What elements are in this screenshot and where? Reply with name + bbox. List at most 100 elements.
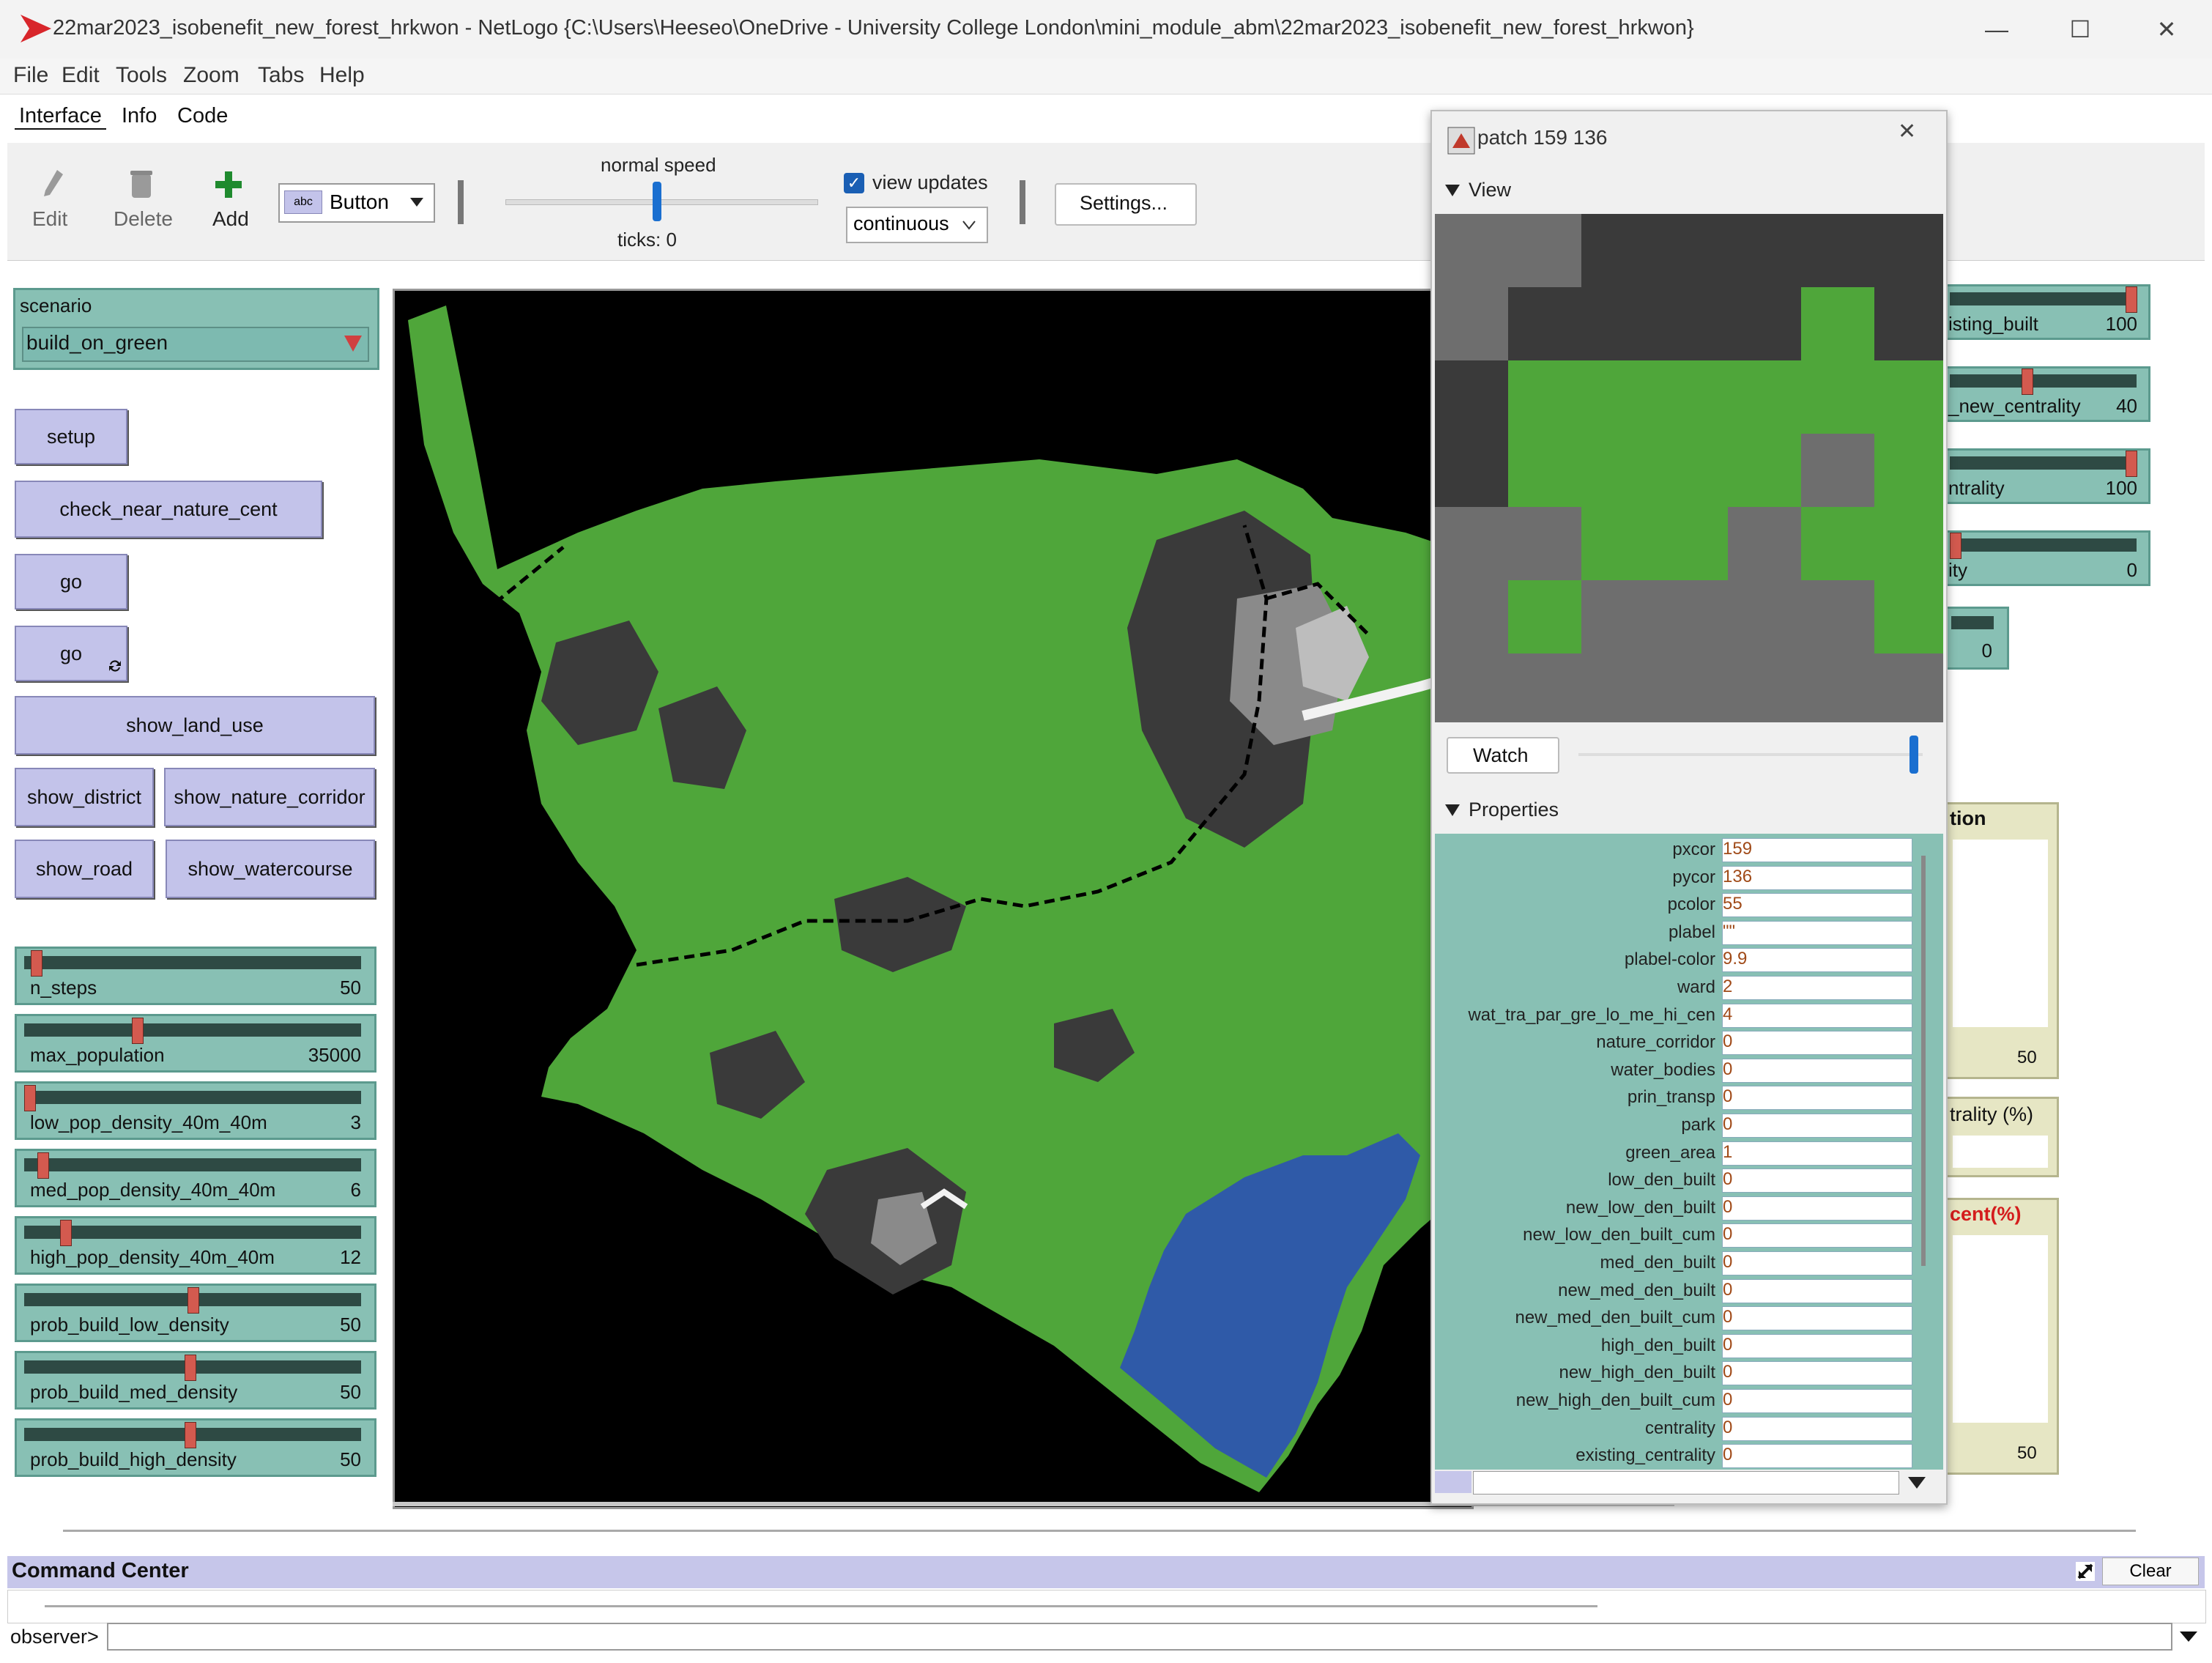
slider-track[interactable] — [1950, 538, 2137, 552]
property-value[interactable]: 0 — [1722, 1416, 1912, 1441]
property-value[interactable]: 9.9 — [1722, 948, 1912, 973]
slider-thumb[interactable] — [2126, 286, 2137, 313]
show-nature-corridor-button[interactable]: show_nature_corridor — [164, 768, 375, 826]
menu-help[interactable]: Help — [319, 63, 365, 88]
property-value[interactable]: 159 — [1722, 838, 1912, 862]
settings-button[interactable]: Settings... — [1055, 183, 1197, 226]
chevron-down-icon[interactable] — [2180, 1631, 2197, 1642]
update-mode-select[interactable]: continuous — [846, 207, 988, 243]
widget-type-select[interactable]: abc Button — [278, 183, 435, 223]
slider-track[interactable] — [1950, 456, 2137, 470]
property-value[interactable]: 0 — [1722, 1058, 1912, 1083]
inspector-command-input[interactable] — [1473, 1471, 1899, 1495]
property-value[interactable]: 0 — [1722, 1168, 1912, 1193]
tab-info[interactable]: Info — [117, 104, 161, 128]
property-value[interactable]: 55 — [1722, 893, 1912, 918]
watch-button[interactable]: Watch — [1447, 737, 1559, 774]
property-value[interactable]: 0 — [1722, 1306, 1912, 1331]
chevron-down-icon[interactable] — [1908, 1477, 1926, 1489]
slider-med-pop-density-40m-40m[interactable]: med_pop_density_40m_40m 6 — [15, 1149, 376, 1207]
view-updates-checkbox[interactable]: ✓ — [844, 173, 864, 193]
slider-track[interactable] — [24, 1158, 361, 1171]
clear-button[interactable]: Clear — [2102, 1558, 2199, 1585]
splitter-bar[interactable] — [63, 1530, 2136, 1532]
show-district-button[interactable]: show_district — [15, 768, 154, 826]
speed-slider-thumb[interactable] — [653, 182, 661, 221]
slider-track[interactable] — [24, 1226, 361, 1239]
slider-high-pop-density-40m-40m[interactable]: high_pop_density_40m_40m 12 — [15, 1216, 376, 1275]
slider-thumb[interactable] — [185, 1422, 196, 1448]
speed-slider[interactable] — [505, 199, 818, 205]
delete-button[interactable]: Delete — [114, 207, 173, 231]
slider-thumb[interactable] — [188, 1287, 199, 1314]
output-scrollbar[interactable] — [45, 1605, 1597, 1607]
patch-inspector-window[interactable]: patch 159 136 ✕ View Watch Properties px… — [1430, 110, 1948, 1505]
menu-tabs[interactable]: Tabs — [258, 63, 304, 88]
tab-interface[interactable]: Interface — [15, 104, 106, 130]
slider-prob-build-high-density[interactable]: prob_build_high_density 50 — [15, 1418, 376, 1477]
property-value[interactable]: 0 — [1722, 1361, 1912, 1386]
menu-tools[interactable]: Tools — [116, 63, 167, 88]
close-button[interactable]: ✕ — [2145, 10, 2189, 48]
setup-button[interactable]: setup — [15, 409, 127, 464]
property-value[interactable]: 0 — [1722, 1333, 1912, 1358]
slider-thumb[interactable] — [60, 1220, 72, 1246]
slider-thumb[interactable] — [24, 1085, 36, 1111]
menu-edit[interactable]: Edit — [62, 63, 100, 88]
add-button[interactable]: Add — [212, 207, 249, 231]
menu-zoom[interactable]: Zoom — [183, 63, 240, 88]
property-value[interactable]: 0 — [1722, 1223, 1912, 1248]
zoom-slider[interactable] — [1578, 753, 1923, 756]
slider-track[interactable] — [24, 1091, 361, 1104]
maximize-button[interactable]: ☐ — [2058, 10, 2102, 48]
inspector-close-icon[interactable]: ✕ — [1898, 119, 1916, 144]
slider-low-pop-density-40m-40m[interactable]: low_pop_density_40m_40m 3 — [15, 1081, 376, 1140]
slider-thumb[interactable] — [132, 1018, 144, 1044]
slider-thumb[interactable] — [31, 950, 42, 977]
slider-thumb[interactable] — [37, 1152, 49, 1179]
show-land-use-button[interactable]: show_land_use — [15, 696, 375, 755]
slider-track[interactable] — [24, 1023, 361, 1037]
world-view[interactable] — [393, 289, 1474, 1509]
slider-n-steps[interactable]: n_steps 50 — [15, 947, 376, 1005]
property-value[interactable]: 0 — [1722, 1086, 1912, 1111]
right-slider[interactable]: _new_centrality 40 — [1945, 366, 2150, 422]
command-input[interactable] — [107, 1623, 2172, 1651]
property-value[interactable]: "" — [1722, 920, 1912, 945]
slider-thumb[interactable] — [1950, 533, 1962, 559]
property-value[interactable]: 0 — [1722, 1278, 1912, 1303]
property-value[interactable]: 136 — [1722, 865, 1912, 890]
chevron-down-icon[interactable] — [1445, 185, 1460, 196]
property-value[interactable]: 0 — [1722, 1444, 1912, 1469]
property-value[interactable]: 0 — [1722, 1196, 1912, 1221]
go-button[interactable]: go — [15, 554, 127, 610]
property-value[interactable]: 1 — [1722, 1141, 1912, 1166]
show-road-button[interactable]: show_road — [15, 840, 154, 898]
right-slider[interactable]: isting_built 100 — [1945, 284, 2150, 340]
minimize-button[interactable]: — — [1975, 10, 2019, 48]
check-near-nature-cent-button[interactable]: check_near_nature_cent — [15, 481, 322, 538]
go-forever-button[interactable]: go — [15, 626, 127, 681]
slider-prob-build-low-density[interactable]: prob_build_low_density 50 — [15, 1284, 376, 1342]
slider-track[interactable] — [1950, 374, 2137, 388]
properties-scrollbar[interactable] — [1921, 856, 1926, 1266]
property-value[interactable]: 0 — [1722, 1389, 1912, 1413]
scenario-chooser-value-box[interactable]: build_on_green — [22, 327, 369, 362]
chevron-down-icon[interactable] — [1445, 804, 1460, 816]
slider-max-population[interactable]: max_population 35000 — [15, 1014, 376, 1073]
expand-icon[interactable] — [2076, 1562, 2095, 1581]
slider-thumb[interactable] — [185, 1355, 196, 1381]
slider-track[interactable] — [1950, 292, 2137, 305]
slider-prob-build-med-density[interactable]: prob_build_med_density 50 — [15, 1351, 376, 1410]
slider-thumb[interactable] — [2022, 368, 2033, 395]
right-slider[interactable]: ntrality 100 — [1945, 448, 2150, 504]
right-slider[interactable]: ity 0 — [1945, 530, 2150, 586]
tab-code[interactable]: Code — [173, 104, 232, 128]
property-value[interactable]: 0 — [1722, 1251, 1912, 1275]
property-value[interactable]: 0 — [1722, 1031, 1912, 1056]
property-value[interactable]: 4 — [1722, 1003, 1912, 1028]
zoom-slider-thumb[interactable] — [1909, 736, 1918, 774]
show-watercourse-button[interactable]: show_watercourse — [166, 840, 375, 898]
property-value[interactable]: 0 — [1722, 1114, 1912, 1138]
slider-track[interactable] — [24, 956, 361, 969]
